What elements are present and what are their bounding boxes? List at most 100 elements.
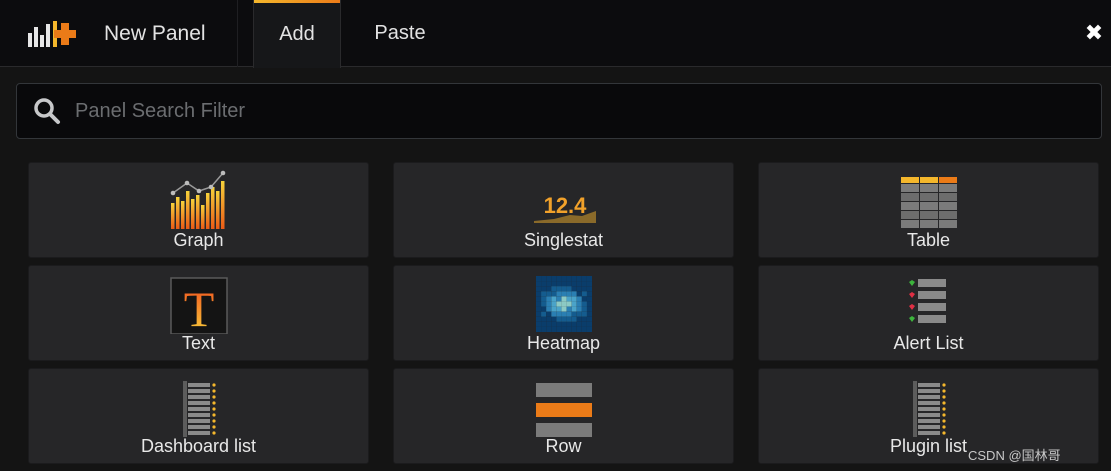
- heatmap-icon: [535, 276, 592, 332]
- heatmap-cell: [535, 306, 541, 312]
- search-input[interactable]: [73, 90, 1101, 132]
- heatmap-cell: [586, 291, 592, 297]
- heatmap-cell: [540, 311, 546, 317]
- heatmap-cell: [576, 327, 582, 332]
- heatmap-cell: [576, 306, 582, 312]
- heatmap-cell: [545, 281, 551, 287]
- heatmap-cell: [561, 316, 566, 322]
- heatmap-cell: [561, 281, 566, 287]
- heatmap-cell: [540, 296, 546, 302]
- heatmap-cell: [535, 276, 541, 281]
- heatmap-cell: [555, 296, 561, 302]
- heatmap-cell: [581, 286, 587, 292]
- heatmap-cell: [561, 296, 566, 302]
- heatmap-cell: [581, 291, 587, 297]
- panel-card-label: Alert List: [893, 333, 964, 353]
- text-glyph: T: [183, 281, 214, 334]
- row-icon: [535, 383, 592, 437]
- tab-add[interactable]: Add: [253, 0, 341, 68]
- text-icon: T: [169, 277, 228, 334]
- panel-card-heatmap[interactable]: Heatmap: [393, 265, 734, 361]
- heatmap-cell: [555, 327, 561, 332]
- heatmap-cell: [561, 311, 566, 317]
- heatmap-cell: [550, 311, 556, 317]
- heatmap-cell: [586, 276, 592, 281]
- heatmap-cell: [571, 301, 577, 307]
- heatmap-cell: [586, 296, 592, 302]
- panel-card-text[interactable]: T Text: [28, 265, 369, 361]
- heatmap-cell: [561, 327, 566, 332]
- heatmap-cell: [571, 306, 577, 312]
- heatmap-cell: [545, 291, 551, 297]
- tab-paste-label: Paste: [374, 22, 426, 44]
- heatmap-cell: [555, 311, 561, 317]
- heatmap-cell: [540, 321, 546, 327]
- panel-card-label: Row: [545, 436, 582, 456]
- heatmap-cell: [571, 286, 577, 292]
- heatmap-cell: [571, 281, 577, 287]
- heatmap-cell: [571, 296, 577, 302]
- heatmap-cell: [561, 306, 566, 312]
- heatmap-cell: [561, 276, 566, 281]
- panel-card-graph[interactable]: Graph: [28, 162, 369, 258]
- heatmap-cell: [586, 316, 592, 322]
- heatmap-cell: [586, 286, 592, 292]
- heatmap-cell: [561, 321, 566, 327]
- watermark: CSDN @国林哥: [968, 448, 1061, 463]
- heatmap-cell: [576, 296, 582, 302]
- heatmap-cell: [566, 286, 572, 292]
- heatmap-cell: [586, 281, 592, 287]
- dashboard-list-icon: [182, 381, 216, 437]
- heatmap-cell: [576, 286, 582, 292]
- heatmap-cell: [581, 311, 587, 317]
- heatmap-cell: [550, 301, 556, 307]
- heatmap-cell: [545, 301, 551, 307]
- heatmap-cell: [576, 276, 582, 281]
- heatmap-cell: [571, 327, 577, 332]
- panel-card-dashboard-list[interactable]: Dashboard list: [28, 368, 369, 464]
- singlestat-value: 12.4: [543, 193, 587, 218]
- heatmap-cell: [586, 321, 592, 327]
- heatmap-cell: [555, 286, 561, 292]
- heatmap-cell: [566, 327, 572, 332]
- panel-card-table[interactable]: Table: [758, 162, 1099, 258]
- heatmap-cell: [581, 327, 587, 332]
- heatmap-cell: [535, 291, 541, 297]
- heatmap-cell: [566, 296, 572, 302]
- heatmap-cell: [535, 327, 541, 332]
- panel-card-label: Singlestat: [523, 230, 604, 250]
- panel-card-alert-list[interactable]: Alert List: [758, 265, 1099, 361]
- heatmap-cell: [545, 327, 551, 332]
- heatmap-cell: [535, 321, 541, 327]
- panel-card-label: Dashboard list: [140, 436, 257, 456]
- heatmap-cell: [535, 311, 541, 317]
- panel-card-row[interactable]: Row: [393, 368, 734, 464]
- heatmap-cell: [576, 321, 582, 327]
- heatmap-cell: [555, 321, 561, 327]
- tab-paste[interactable]: Paste: [352, 0, 448, 67]
- heatmap-cell: [550, 296, 556, 302]
- heatmap-cell: [586, 327, 592, 332]
- graph-icon: [170, 170, 225, 229]
- heatmap-cell: [550, 291, 556, 297]
- close-icon[interactable]: ✖: [1083, 22, 1105, 44]
- heatmap-cell: [581, 276, 587, 281]
- heatmap-cell: [535, 286, 541, 292]
- heatmap-cell: [561, 301, 566, 307]
- panel-card-singlestat[interactable]: 12.4 Singlestat: [393, 162, 734, 258]
- heatmap-cell: [561, 286, 566, 292]
- heatmap-cell: [545, 286, 551, 292]
- heatmap-cell: [586, 301, 592, 307]
- heatmap-cell: [535, 316, 541, 322]
- heatmap-cell: [535, 296, 541, 302]
- heatmap-cell: [545, 306, 551, 312]
- heatmap-cell: [571, 311, 577, 317]
- alert-list-icon: [908, 279, 946, 323]
- heatmap-cell: [576, 311, 582, 317]
- brand-label: New Panel: [104, 21, 206, 45]
- heatmap-cell: [561, 291, 566, 297]
- heatmap-cell: [540, 291, 546, 297]
- add-panel-icon: [28, 20, 76, 47]
- heatmap-cell: [576, 301, 582, 307]
- heatmap-cell: [555, 301, 561, 307]
